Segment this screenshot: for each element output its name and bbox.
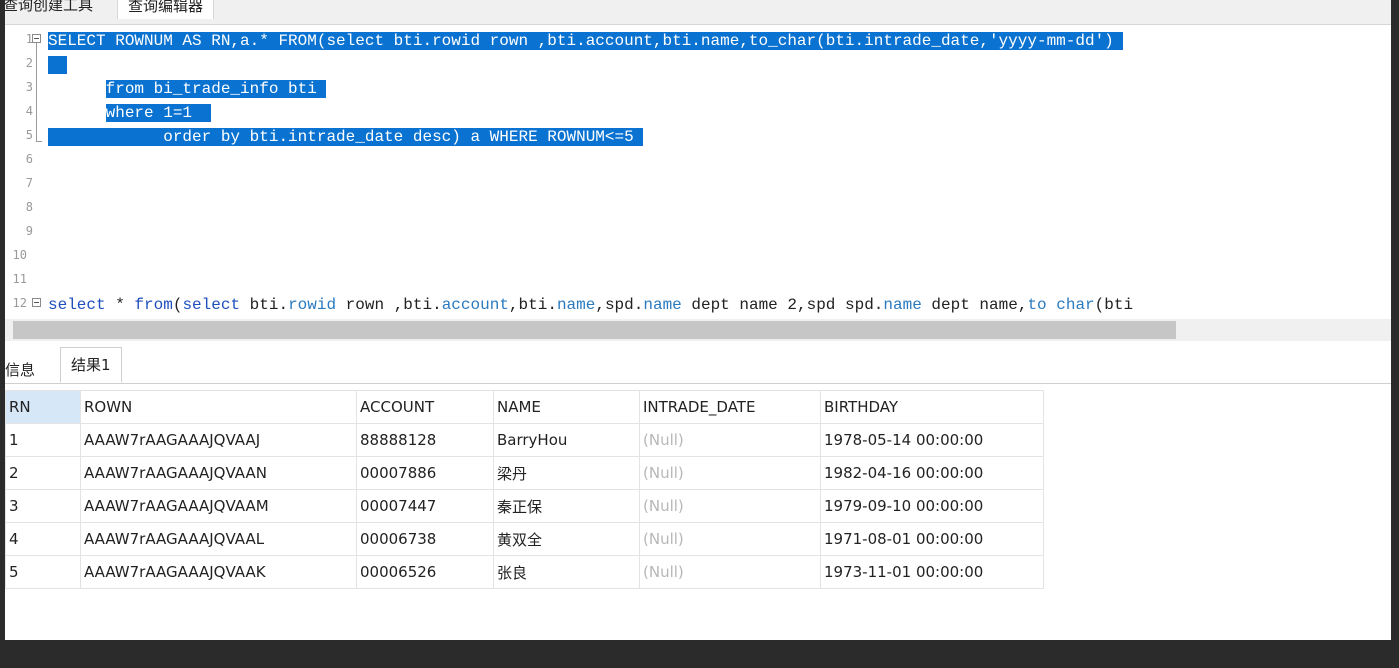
line-number: 2 xyxy=(25,56,33,70)
table-cell[interactable]: 秦正保 xyxy=(493,489,640,523)
column-header-rn[interactable]: RN xyxy=(5,390,81,424)
code-text: where 1=1 xyxy=(105,104,212,122)
grid-header-row: RN ROWN ACCOUNT NAME INTRADE_DATE BIRTHD… xyxy=(5,390,1044,424)
table-row[interactable]: 1 AAAW7rAAGAAAJQVAAJ 88888128 BarryHou (Null… xyxy=(5,423,1044,457)
line-number: 5 xyxy=(25,128,33,142)
table-cell[interactable]: 4 xyxy=(5,522,81,556)
table-cell[interactable]: (Null) xyxy=(639,456,821,490)
line-number: 4 xyxy=(25,104,33,118)
table-cell[interactable]: AAAW7rAAGAAAJQVAAK xyxy=(80,555,357,589)
scrollbar-thumb[interactable] xyxy=(13,321,1176,339)
fold-toggle-icon[interactable] xyxy=(32,34,41,43)
table-cell[interactable]: 5 xyxy=(5,555,81,589)
code-text: from bi_trade_info bti xyxy=(105,80,327,98)
table-cell[interactable]: (Null) xyxy=(639,423,821,457)
editor-line[interactable]: 1 SELECT ROWNUM AS RN,a.* FROM(select bti… xyxy=(5,29,1391,53)
column-header-account[interactable]: ACCOUNT xyxy=(356,390,494,424)
table-row[interactable]: 3 AAAW7rAAGAAAJQVAAM 00007447 秦正保 (Null) 1979… xyxy=(5,489,1044,523)
fold-guide xyxy=(36,43,37,141)
table-cell[interactable]: AAAW7rAAGAAAJQVAAL xyxy=(80,522,357,556)
editor-line[interactable]: 3 from bi_trade_info bti xyxy=(5,77,1391,101)
table-cell[interactable]: 2 xyxy=(5,456,81,490)
editor-line[interactable]: 4 where 1=1 xyxy=(5,101,1391,125)
navicat-query-window: 查询创建工具 查询编辑器 1 SELECT ROWNUM AS RN,a.* FR… xyxy=(5,0,1391,640)
table-cell[interactable]: 1 xyxy=(5,423,81,457)
editor-line[interactable]: 8 xyxy=(5,197,1391,221)
line-number: 10 xyxy=(12,248,27,262)
line-number: 7 xyxy=(25,176,33,190)
table-cell[interactable]: 1982-04-16 00:00:00 xyxy=(820,456,1044,490)
editor-line[interactable]: 5 order by bti.intrade_date desc) a WHER… xyxy=(5,125,1391,149)
table-cell[interactable]: 1978-05-14 00:00:00 xyxy=(820,423,1044,457)
table-row[interactable]: 5 AAAW7rAAGAAAJQVAAK 00006526 张良 (Null) 1973-… xyxy=(5,555,1044,589)
line-number: 1 xyxy=(25,32,33,46)
code-text xyxy=(48,55,68,76)
tab-query-editor[interactable]: 查询编辑器 xyxy=(117,0,215,19)
table-cell[interactable]: 00006738 xyxy=(356,522,494,556)
column-header-intrade-date[interactable]: INTRADE_DATE xyxy=(639,390,821,424)
table-row[interactable]: 2 AAAW7rAAGAAAJQVAAN 00007886 梁丹 (Null) 1982-… xyxy=(5,456,1044,490)
query-tab-bar: 查询创建工具 查询编辑器 xyxy=(5,0,1391,25)
table-cell[interactable]: 3 xyxy=(5,489,81,523)
result-tab-bar: 信息 结果1 xyxy=(5,345,1391,384)
editor-line[interactable]: 2 xyxy=(5,53,1391,77)
column-header-name[interactable]: NAME xyxy=(493,390,640,424)
line-number: 8 xyxy=(25,200,33,214)
result-grid[interactable]: RN ROWN ACCOUNT NAME INTRADE_DATE BIRTHD… xyxy=(5,390,1044,589)
editor-line[interactable]: 10 xyxy=(5,245,1391,269)
table-cell[interactable]: 00007886 xyxy=(356,456,494,490)
table-cell[interactable]: (Null) xyxy=(639,522,821,556)
editor-horizontal-scrollbar[interactable] xyxy=(5,319,1391,341)
line-number: 12 xyxy=(12,296,27,310)
table-cell[interactable]: 00007447 xyxy=(356,489,494,523)
code-text: order by bti.intrade_date desc) a WHERE … xyxy=(48,128,644,146)
table-cell[interactable]: 黄双全 xyxy=(493,522,640,556)
column-header-rown[interactable]: ROWN xyxy=(80,390,357,424)
table-cell[interactable]: 1979-09-10 00:00:00 xyxy=(820,489,1044,523)
table-cell[interactable]: 梁丹 xyxy=(493,456,640,490)
code-text: select * from(select bti.rowid rown ,bti… xyxy=(48,296,1134,314)
table-cell[interactable]: BarryHou xyxy=(493,423,640,457)
table-cell[interactable]: 1973-11-01 00:00:00 xyxy=(820,555,1044,589)
table-cell[interactable]: 00006526 xyxy=(356,555,494,589)
line-number: 9 xyxy=(25,224,33,238)
column-header-birthday[interactable]: BIRTHDAY xyxy=(820,390,1044,424)
table-cell[interactable]: AAAW7rAAGAAAJQVAAN xyxy=(80,456,357,490)
table-cell[interactable]: 1971-08-01 00:00:00 xyxy=(820,522,1044,556)
editor-line[interactable]: 7 xyxy=(5,173,1391,197)
fold-toggle-icon[interactable] xyxy=(32,298,41,307)
editor-line[interactable]: 11 xyxy=(5,269,1391,293)
editor-line[interactable]: 12 select * from(select bti.rowid rown ,b… xyxy=(5,293,1391,317)
tab-query-builder[interactable]: 查询创建工具 xyxy=(5,0,103,18)
table-cell[interactable]: (Null) xyxy=(639,489,821,523)
table-row[interactable]: 4 AAAW7rAAGAAAJQVAAL 00006738 黄双全 (Null) 1971… xyxy=(5,522,1044,556)
table-cell[interactable]: AAAW7rAAGAAAJQVAAM xyxy=(80,489,357,523)
line-number: 3 xyxy=(25,80,33,94)
line-number: 11 xyxy=(12,272,27,286)
sql-editor[interactable]: 1 SELECT ROWNUM AS RN,a.* FROM(select bti… xyxy=(5,25,1391,317)
line-number: 6 xyxy=(25,152,33,166)
tab-info[interactable]: 信息 xyxy=(5,353,41,389)
table-cell[interactable]: (Null) xyxy=(639,555,821,589)
editor-line[interactable]: 9 xyxy=(5,221,1391,245)
table-cell[interactable]: AAAW7rAAGAAAJQVAAJ xyxy=(80,423,357,457)
table-cell[interactable]: 张良 xyxy=(493,555,640,589)
editor-line[interactable]: 6 xyxy=(5,149,1391,173)
code-text: SELECT ROWNUM AS RN,a.* FROM(select bti.… xyxy=(48,32,1124,50)
tab-result-1[interactable]: 结果1 xyxy=(60,347,122,383)
table-cell[interactable]: 88888128 xyxy=(356,423,494,457)
fold-guide-end xyxy=(36,141,42,142)
